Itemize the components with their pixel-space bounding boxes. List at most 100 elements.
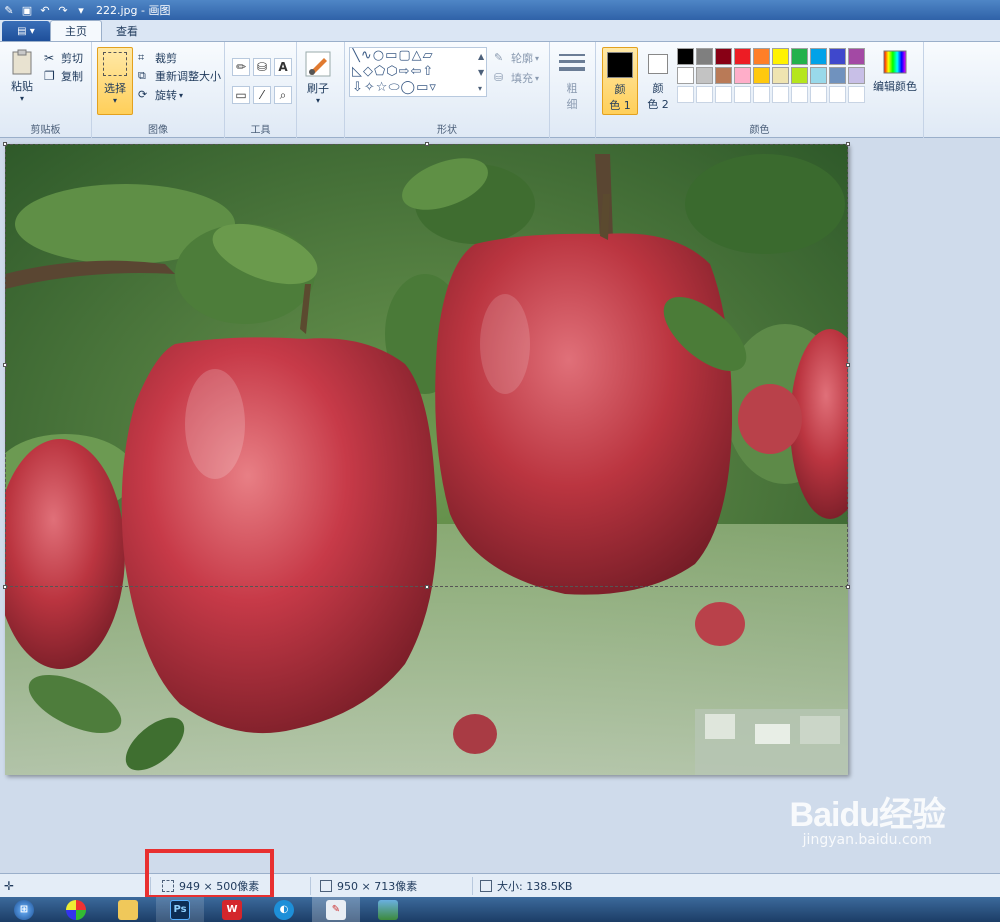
color-palette[interactable] xyxy=(677,48,865,103)
palette-swatch[interactable] xyxy=(696,48,713,65)
palette-swatch[interactable] xyxy=(791,48,808,65)
taskbar-explorer[interactable] xyxy=(104,897,152,922)
shapes-expand-icon[interactable]: ▾ xyxy=(478,80,482,96)
magnifier-icon[interactable]: ⌕ xyxy=(274,86,292,104)
taskbar-app-1[interactable] xyxy=(52,897,100,922)
photo-viewer-icon xyxy=(378,899,398,920)
brush-icon xyxy=(305,51,331,77)
palette-swatch[interactable] xyxy=(734,67,751,84)
pencil-icon[interactable]: ✏ xyxy=(232,58,250,76)
outline-label: 轮廓 xyxy=(511,52,533,65)
cut-button[interactable]: ✂ 剪切 xyxy=(44,50,83,66)
chevron-down-icon: ▾ xyxy=(535,73,540,83)
paste-button[interactable]: 粘贴 ▾ xyxy=(8,48,36,103)
undo-icon[interactable]: ↶ xyxy=(38,3,52,17)
palette-swatch[interactable] xyxy=(696,86,713,103)
palette-swatch[interactable] xyxy=(715,67,732,84)
edit-colors-button[interactable]: 编辑颜色 xyxy=(873,48,917,94)
redo-icon[interactable]: ↷ xyxy=(56,3,70,17)
resize-handle[interactable] xyxy=(3,585,7,589)
palette-swatch[interactable] xyxy=(734,48,751,65)
rotate-button[interactable]: ⟳ 旋转 ▾ xyxy=(138,87,183,103)
resize-icon: ⧉ xyxy=(138,69,146,82)
palette-swatch[interactable] xyxy=(829,67,846,84)
fill-bucket-icon[interactable]: ⛁ xyxy=(253,58,271,76)
file-menu-button[interactable]: ▤ ▾ xyxy=(2,21,50,41)
select-button[interactable]: 选择 ▾ xyxy=(97,47,133,115)
palette-swatch[interactable] xyxy=(772,67,789,84)
shapes-row-3[interactable]: ⇩✧☆⬭◯▭▿ xyxy=(352,80,486,96)
palette-swatch[interactable] xyxy=(753,48,770,65)
colors-group-label: 颜色 xyxy=(749,125,770,136)
color1-label-2: 色 1 xyxy=(609,99,631,112)
shapes-gallery[interactable]: ╲∿○▭▢△▱ ◺◇⬠⬡⇨⇦⇧ ⇩✧☆⬭◯▭▿ xyxy=(349,47,487,97)
image-canvas[interactable] xyxy=(5,144,848,775)
line-width-icon xyxy=(559,54,585,71)
palette-swatch[interactable] xyxy=(772,48,789,65)
size-button[interactable]: 粗 细 xyxy=(558,50,586,112)
palette-swatch[interactable] xyxy=(810,67,827,84)
workspace: Baidu经验 jingyan.baidu.com xyxy=(0,138,1000,873)
resize-handle[interactable] xyxy=(425,142,429,146)
disk-icon xyxy=(480,879,492,892)
taskbar-browser[interactable]: ◐ xyxy=(260,897,308,922)
ribbon: 粘贴 ▾ ✂ 剪切 ❐ 复制 剪贴板 图像 选择 ▾ ⌗ 裁剪 ⧉ 重新调整大小… xyxy=(0,42,1000,138)
palette-swatch[interactable] xyxy=(848,48,865,65)
color2-button[interactable]: 颜 色 2 xyxy=(640,47,676,115)
resize-button[interactable]: ⧉ 重新调整大小 xyxy=(138,68,221,84)
palette-swatch[interactable] xyxy=(715,48,732,65)
palette-swatch[interactable] xyxy=(791,86,808,103)
tab-view[interactable]: 查看 xyxy=(102,20,152,41)
copy-button[interactable]: ❐ 复制 xyxy=(44,68,83,84)
brushes-label: 刷子 xyxy=(307,82,329,95)
save-icon[interactable]: ▣ xyxy=(20,3,34,17)
palette-swatch[interactable] xyxy=(753,86,770,103)
palette-swatch[interactable] xyxy=(677,48,694,65)
resize-handle[interactable] xyxy=(3,363,7,367)
palette-swatch[interactable] xyxy=(848,86,865,103)
image-size-icon xyxy=(320,879,332,892)
crop-button[interactable]: ⌗ 裁剪 xyxy=(138,50,177,66)
fill-button[interactable]: ⛁ 填充 ▾ xyxy=(494,70,539,86)
paint-app-icon[interactable]: ✎ xyxy=(2,3,16,17)
outline-button[interactable]: ✎ 轮廓 ▾ xyxy=(494,50,539,66)
start-button[interactable]: ⊞ xyxy=(0,897,48,922)
resize-handle[interactable] xyxy=(425,585,429,589)
palette-swatch[interactable] xyxy=(772,86,789,103)
palette-swatch[interactable] xyxy=(810,86,827,103)
tab-home[interactable]: 主页 xyxy=(50,20,102,41)
palette-swatch[interactable] xyxy=(829,86,846,103)
browser-icon: ◐ xyxy=(274,899,294,920)
palette-swatch[interactable] xyxy=(848,67,865,84)
palette-swatch[interactable] xyxy=(753,67,770,84)
taskbar-paint[interactable]: ✎ xyxy=(312,897,360,922)
resize-handle[interactable] xyxy=(846,585,850,589)
palette-swatch[interactable] xyxy=(791,67,808,84)
palette-swatch[interactable] xyxy=(677,86,694,103)
palette-swatch[interactable] xyxy=(810,48,827,65)
eraser-icon[interactable]: ▭ xyxy=(232,86,250,104)
text-tool-icon[interactable]: A xyxy=(274,58,292,76)
brushes-button[interactable]: 刷子 ▾ xyxy=(304,50,332,105)
resize-handle[interactable] xyxy=(846,363,850,367)
color-picker-icon[interactable]: ⁄ xyxy=(253,86,271,104)
palette-swatch[interactable] xyxy=(696,67,713,84)
image-size-text: 950 × 713像素 xyxy=(337,879,418,893)
taskbar-photoshop[interactable]: Ps xyxy=(156,897,204,922)
customize-qat-icon[interactable]: ▾ xyxy=(74,3,88,17)
shapes-row-2[interactable]: ◺◇⬠⬡⇨⇦⇧ xyxy=(352,64,486,80)
resize-handle[interactable] xyxy=(846,142,850,146)
shapes-scroll-up-icon[interactable]: ▲ xyxy=(478,48,484,64)
shapes-scroll-down-icon[interactable]: ▼ xyxy=(478,64,484,80)
color1-button[interactable]: 颜 色 1 xyxy=(602,47,638,115)
color1-swatch xyxy=(607,52,633,78)
taskbar-photo-viewer[interactable] xyxy=(364,897,412,922)
palette-swatch[interactable] xyxy=(677,67,694,84)
palette-swatch[interactable] xyxy=(734,86,751,103)
resize-handle[interactable] xyxy=(3,142,7,146)
shapes-row-1[interactable]: ╲∿○▭▢△▱ xyxy=(352,48,486,64)
palette-swatch[interactable] xyxy=(715,86,732,103)
taskbar-app-wps[interactable]: W xyxy=(208,897,256,922)
color2-label-2: 色 2 xyxy=(647,98,669,111)
palette-swatch[interactable] xyxy=(829,48,846,65)
